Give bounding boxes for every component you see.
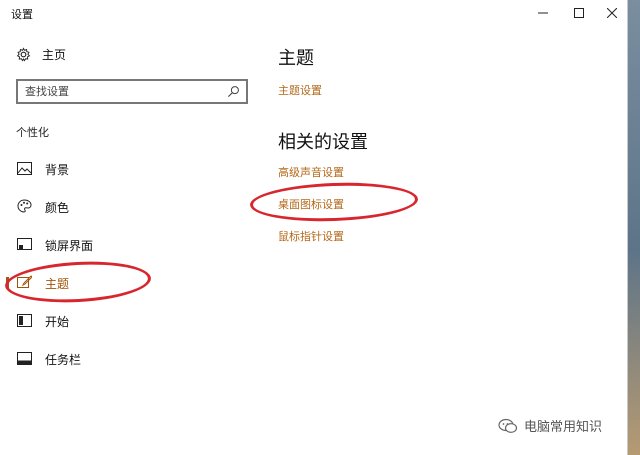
annotation-ellipse-desktop-icon xyxy=(249,180,419,224)
sidebar-item-colors[interactable]: 颜色 xyxy=(0,192,258,220)
sidebar-item-lock-screen[interactable]: 锁屏界面 xyxy=(0,230,258,258)
taskbar-icon xyxy=(17,351,32,365)
title-bar[interactable]: 设置 xyxy=(0,0,627,26)
search-input[interactable] xyxy=(25,81,225,102)
palette-icon xyxy=(17,199,32,213)
close-icon xyxy=(607,8,617,18)
page-title: 主题 xyxy=(278,48,314,69)
sidebar-item-start[interactable]: 开始 xyxy=(0,306,258,334)
lock-screen-icon xyxy=(17,237,32,251)
home-nav-item[interactable]: 主页 xyxy=(16,45,66,63)
mouse-pointer-settings-link[interactable]: 鼠标指针设置 xyxy=(278,228,344,244)
search-box[interactable] xyxy=(16,79,248,104)
sidebar-item-taskbar[interactable]: 任务栏 xyxy=(0,344,258,372)
gear-icon xyxy=(16,46,31,61)
annotation-ellipse-themes xyxy=(4,258,152,306)
advanced-sound-settings-link[interactable]: 高级声音设置 xyxy=(278,164,344,180)
watermark: 电脑常用知识 xyxy=(498,416,602,435)
sidebar-item-background[interactable]: 背景 xyxy=(0,154,258,182)
home-label: 主页 xyxy=(42,47,67,62)
window-title: 设置 xyxy=(11,8,33,21)
search-icon[interactable] xyxy=(227,85,240,98)
settings-window: 设置 主页 个性化 背景 xyxy=(0,0,628,455)
sidebar-item-label: 颜色 xyxy=(45,201,70,215)
close-button[interactable] xyxy=(593,0,631,26)
sidebar-item-label: 背景 xyxy=(45,163,70,177)
sidebar-item-label: 任务栏 xyxy=(45,353,82,367)
minimize-icon xyxy=(538,12,548,14)
wechat-icon xyxy=(498,418,518,433)
watermark-text: 电脑常用知识 xyxy=(524,420,603,435)
sidebar-item-label: 开始 xyxy=(45,315,70,329)
sidebar-item-label: 锁屏界面 xyxy=(45,239,94,253)
related-settings-heading: 相关的设置 xyxy=(278,132,368,153)
minimize-button[interactable] xyxy=(524,0,562,26)
theme-settings-link[interactable]: 主题设置 xyxy=(278,82,322,98)
picture-icon xyxy=(17,161,32,175)
start-grid-icon xyxy=(17,313,32,327)
section-label-personalization: 个性化 xyxy=(16,126,49,139)
maximize-icon xyxy=(574,8,584,18)
